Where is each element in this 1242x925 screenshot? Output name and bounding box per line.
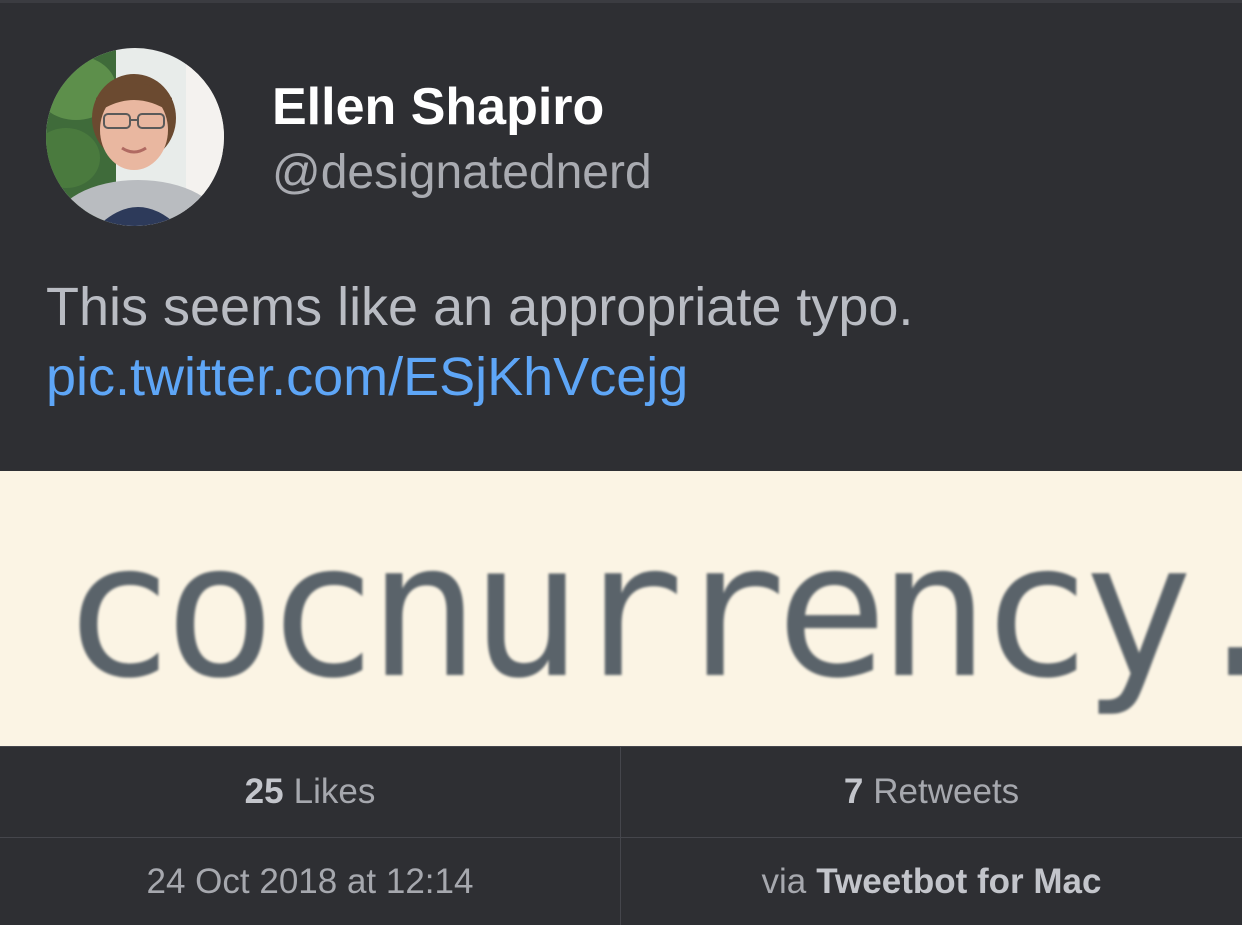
author-name[interactable]: Ellen Shapiro [272, 76, 604, 138]
media-image-text: cocnurrency. [62, 502, 1242, 719]
tweet-text: This seems like an appropriate typo. pic… [46, 272, 1196, 412]
retweets-stat[interactable]: 7 Retweets [621, 746, 1242, 837]
top-divider [0, 0, 1242, 3]
tweet-timestamp: 24 Oct 2018 at 12:14 [0, 838, 620, 925]
likes-stat[interactable]: 25 Likes [0, 746, 620, 837]
likes-count: 25 [244, 771, 284, 811]
tweet-media-image[interactable]: cocnurrency. [0, 471, 1242, 746]
avatar[interactable] [46, 48, 224, 226]
timestamp-text: 24 Oct 2018 at 12:14 [146, 861, 474, 901]
avatar-image [46, 48, 224, 226]
tweet-stats: 25 Likes 7 Retweets 24 Oct 2018 at 12:14 v… [0, 746, 1242, 925]
tweet-detail: Ellen Shapiro @designatednerd This seems… [0, 0, 1242, 925]
likes-label: Likes [293, 771, 376, 811]
retweets-count: 7 [843, 771, 864, 811]
author-handle[interactable]: @designatednerd [272, 143, 652, 203]
via-label: via [761, 861, 807, 901]
tweet-source[interactable]: via Tweetbot for Mac [621, 838, 1242, 925]
tweet-body: This seems like an appropriate typo. [46, 277, 914, 337]
retweets-label: Retweets [873, 771, 1020, 811]
tweet-media-link[interactable]: pic.twitter.com/ESjKhVcejg [46, 347, 688, 407]
client-name: Tweetbot for Mac [816, 861, 1102, 901]
